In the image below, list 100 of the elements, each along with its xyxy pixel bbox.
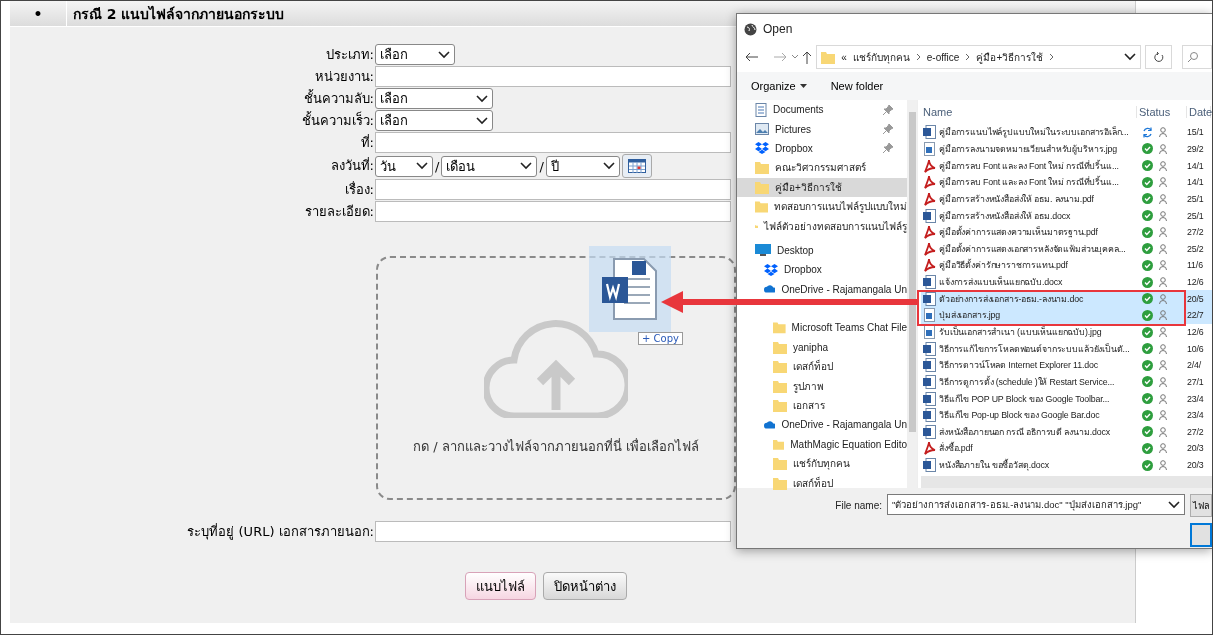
attach-button[interactable]: แนบไฟล์: [465, 572, 536, 600]
nav-item[interactable]: เดสก์ท็อป: [737, 357, 907, 377]
nav-item[interactable]: Desktop: [737, 240, 907, 261]
forward-arrow-icon[interactable]: [772, 52, 787, 62]
open-button[interactable]: [1190, 523, 1212, 547]
file-date: 15/1: [1187, 127, 1205, 138]
chevron-right-icon: [915, 53, 921, 61]
column-header[interactable]: Status: [1137, 106, 1187, 118]
nav-item[interactable]: MathMagic Equation Edito: [737, 434, 907, 455]
refresh-button[interactable]: [1144, 45, 1173, 69]
dropdown[interactable]: เลือก: [375, 88, 493, 109]
input-field[interactable]: [375, 179, 731, 200]
file-row[interactable]: วิธีแก้ไข POP UP Block ของ Google Toolbar... 23/4: [921, 390, 1212, 407]
nav-item[interactable]: เดสก์ท็อป: [737, 473, 907, 493]
file-row[interactable]: สั่งซื้อ.pdf 20/3: [921, 440, 1212, 457]
nav-item[interactable]: Dropbox: [737, 138, 907, 159]
person-icon: [1159, 227, 1167, 238]
url-input-field[interactable]: [375, 521, 731, 542]
search-field[interactable]: [1182, 45, 1212, 69]
file-row[interactable]: วิธีการดาวน์โหลด Internet Explorer 11.doc 2/4/: [921, 356, 1212, 374]
nav-item[interactable]: Pictures: [737, 119, 907, 139]
address-bar[interactable]: « แชร์กับทุกคน e-office คู่มือ+วิธีการใช้: [816, 45, 1141, 69]
nav-item[interactable]: รูปภาพ: [737, 376, 907, 396]
folder-icon: [755, 180, 769, 194]
file-row[interactable]: คู่มือการสร้างหนังสือส่งให้ อธม. ลงนาม.pdf 25/1: [921, 190, 1212, 208]
file-name: แจ้งการส่งแบบเห็นแยกฉบับ.docx: [939, 275, 1063, 290]
file-date: 14/1: [1187, 160, 1205, 171]
chevron-down-icon[interactable]: [790, 54, 799, 60]
file-row[interactable]: วิธีแก้ไข Pop-up Block ของ Google Bar.doc 23/4: [921, 406, 1212, 424]
word-document-icon: [923, 291, 936, 306]
file-row[interactable]: คู่มือการสร้างหนังสือส่งให้ อธม.docx 25/1: [921, 207, 1212, 224]
nav-item[interactable]: ทดสอบการแนบไฟล์รูปแบบใหม่: [737, 196, 907, 217]
nav-item[interactable]: Documents: [737, 100, 907, 120]
nav-item[interactable]: ไฟล์ตัวอย่างทดสอบการแนบไฟล์รู: [737, 216, 907, 236]
person-icon: [1159, 460, 1167, 471]
nav-item[interactable]: OneDrive - Rajamangala Un: [737, 279, 907, 299]
scrollbar[interactable]: [921, 476, 1212, 488]
file-row[interactable]: คู่มือการแนบไฟล์รูปแบบใหม่ในระบบเอกสารอิเล็ก... 15/1: [921, 124, 1212, 141]
dropdown[interactable]: เลือก: [375, 44, 455, 65]
nav-item[interactable]: Dropbox: [737, 260, 907, 280]
file-row[interactable]: ปุ่มส่งเอกสาร.jpg 22/7: [921, 307, 1212, 324]
file-row[interactable]: ส่งหนังสือภายนอก กรณี อธิการบดี ลงนาม.docx 27/2: [921, 423, 1212, 441]
file-row[interactable]: คู่มือการลบ Font และลง Font ใหม่ กรณีที่ปริ้นแ... 14/1: [921, 173, 1212, 191]
file-name: คู่มือตั้งค่าการแสดงเอกสารหลังจัดแฟ้มส่วนบุคคล...: [939, 242, 1126, 256]
file-type-dropdown[interactable]: ไฟล: [1190, 494, 1212, 517]
file-name: หนังสือภายใน ขอซื้อวัสดุ.docx: [939, 458, 1050, 473]
nav-item[interactable]: Microsoft Teams Chat File: [737, 318, 907, 338]
file-row[interactable]: คู่มือวิธีตั้งค่ารักษาราชการแทน.pdf 11/6: [921, 257, 1212, 274]
month-dropdown[interactable]: เดือน: [441, 155, 538, 177]
breadcrumb-item[interactable]: แชร์กับทุกคน: [852, 49, 910, 65]
chevron-down-icon: [520, 162, 533, 170]
folder-icon: [773, 340, 787, 354]
nav-item[interactable]: เอกสาร: [737, 395, 907, 416]
file-name: ส่งหนังสือภายนอก กรณี อธิการบดี ลงนาม.docx: [939, 425, 1110, 439]
file-row[interactable]: รับเป็นเอกสารสำเนา (แบบเห็นแยกฉบับ).jpg 12/6: [921, 323, 1212, 341]
file-row[interactable]: คู่มือการลงนามจดหมายเวียนสำหรับผู้บริหาร.jpg 29/2: [921, 140, 1212, 158]
column-header[interactable]: Name: [921, 106, 1137, 118]
dropdown[interactable]: เลือก: [375, 110, 493, 131]
nav-item[interactable]: yanipha: [737, 337, 907, 358]
refresh-icon: [1153, 51, 1164, 63]
file-name-field[interactable]: "ตัวอย่างการส่งเอกสาร-อธม.-ลงนาม.doc" "ปุ่มส่งเอกสาร.jpg": [887, 494, 1185, 515]
folder-icon: [821, 50, 836, 64]
chevron-down-icon: [438, 50, 450, 59]
nav-item[interactable]: แชร์กับทุกคน: [737, 454, 907, 474]
scrollbar[interactable]: [907, 100, 917, 488]
document-icon: [755, 102, 767, 117]
input-field[interactable]: [375, 132, 731, 153]
person-icon: [1159, 393, 1167, 404]
file-row[interactable]: แจ้งการส่งแบบเห็นแยกฉบับ.docx 12/6: [921, 273, 1212, 291]
file-row[interactable]: คู่มือการลบ Font และลง Font ใหม่ กรณีที่ปริ้นแ... 14/1: [921, 157, 1212, 174]
field-label: หน่วยงาน:: [313, 67, 375, 86]
breadcrumb-item[interactable]: คู่มือ+วิธีการใช้: [976, 49, 1044, 65]
field-label: รายละเอียด:: [303, 202, 375, 221]
file-row[interactable]: วิธีการดูการตั้ง (schedule )ให้ Restart Service... 27/1: [921, 373, 1212, 391]
file-date: 27/1: [1187, 376, 1205, 387]
input-field[interactable]: [375, 66, 731, 87]
calendar-button[interactable]: [621, 154, 652, 178]
up-arrow-icon[interactable]: [802, 50, 813, 64]
chevron-down-icon: [1123, 53, 1136, 61]
file-row[interactable]: หนังสือภายใน ขอซื้อวัสดุ.docx 20/3: [921, 456, 1212, 474]
nav-item[interactable]: OneDrive - Rajamangala Un: [737, 415, 907, 435]
day-dropdown[interactable]: วัน: [375, 155, 433, 177]
input-field[interactable]: [375, 201, 731, 222]
nav-item[interactable]: คณะวิศวกรรมศาสตร์: [737, 158, 907, 178]
file-name: คู่มือการแนบไฟล์รูปแบบใหม่ในระบบเอกสารอิเล็ก...: [939, 125, 1129, 140]
close-window-button[interactable]: ปิดหน้าต่าง: [543, 572, 627, 600]
file-name: วิธีการดูการตั้ง (schedule )ให้ Restart Service...: [939, 375, 1115, 389]
nav-item[interactable]: คู่มือ+วิธีการใช้: [737, 177, 907, 197]
field-label: เรื่อง:: [343, 180, 375, 199]
file-row[interactable]: คู่มือตั้งค่าการแสดงเอกสารหลังจัดแฟ้มส่วนบุคคล... 25/2: [921, 240, 1212, 258]
back-arrow-icon[interactable]: [745, 52, 759, 62]
breadcrumb-item[interactable]: e-office: [926, 51, 960, 63]
organize-menu-button[interactable]: Organize: [751, 80, 807, 92]
year-dropdown[interactable]: ปี: [545, 155, 620, 177]
file-row[interactable]: วิธีการแก้ไขการโหลดฟอนต์จากระบบแล้วยังเป็นตั... 10/6: [921, 340, 1212, 357]
column-header[interactable]: Date: [1187, 106, 1211, 118]
word-document-icon: [923, 391, 936, 406]
word-document-icon: [923, 125, 936, 140]
file-row[interactable]: คู่มือตั้งค่าการแสดงความเห็นมาตรฐาน.pdf 27/2: [921, 223, 1212, 241]
new-folder-button[interactable]: New folder: [830, 80, 884, 92]
